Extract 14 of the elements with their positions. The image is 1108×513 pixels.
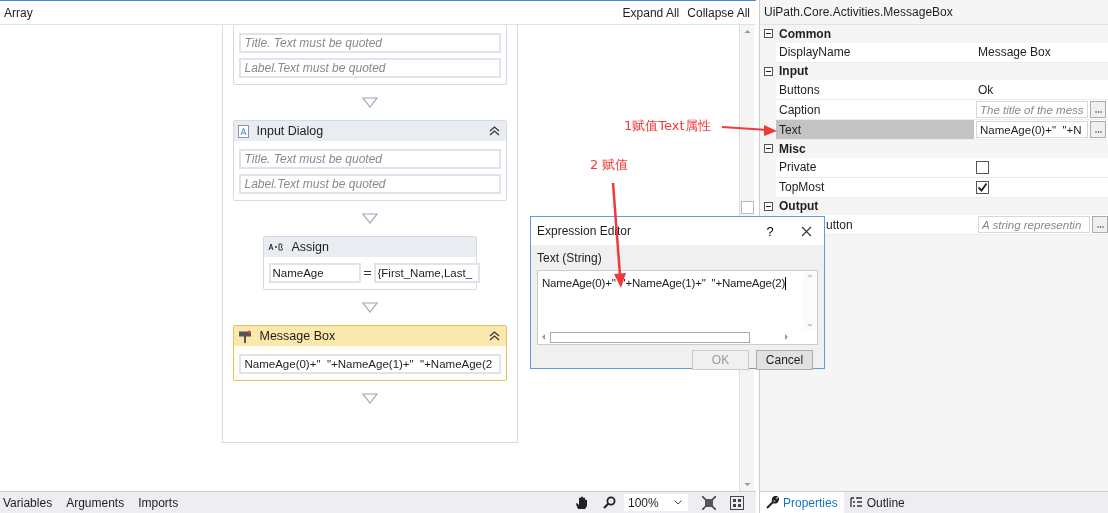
activity-title: Message Box bbox=[259, 329, 337, 343]
workflow-title: Array bbox=[4, 5, 33, 20]
category-label: Misc bbox=[779, 141, 806, 156]
activity-title: Assign bbox=[291, 240, 331, 254]
annotation-text: 2 赋值 bbox=[590, 156, 629, 174]
property-value: Ok bbox=[977, 82, 994, 97]
category-label: Common bbox=[779, 26, 831, 41]
annotation-text: 1赋值Text属性 bbox=[624, 117, 711, 135]
properties-header: UiPath.Core.Activities.MessageBox bbox=[760, 0, 1108, 25]
activity-title: Input Dialog bbox=[256, 124, 325, 138]
category-label: Output bbox=[779, 199, 819, 214]
category-label: Input bbox=[779, 64, 809, 79]
property-value: Message Box bbox=[977, 45, 1051, 59]
field-label: Text (String) bbox=[537, 251, 603, 265]
